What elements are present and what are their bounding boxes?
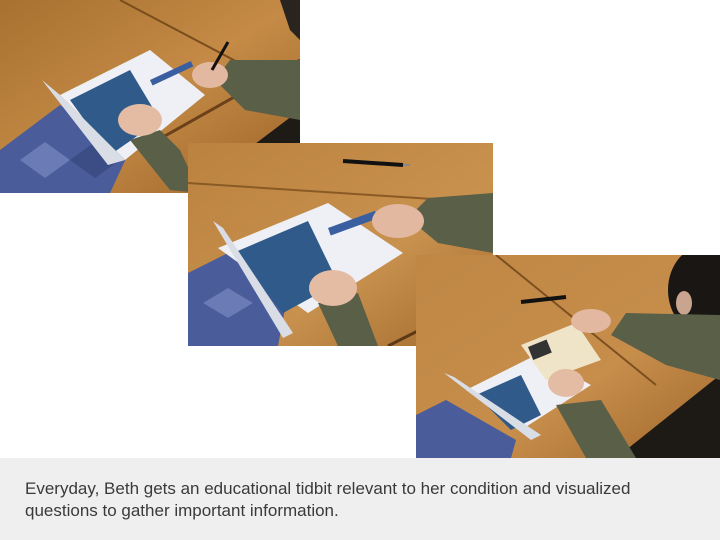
caption-bar: Everyday, Beth gets an educational tidbi… (0, 458, 720, 540)
photo-holding-card (416, 255, 720, 458)
slide-caption: Everyday, Beth gets an educational tidbi… (25, 479, 631, 520)
